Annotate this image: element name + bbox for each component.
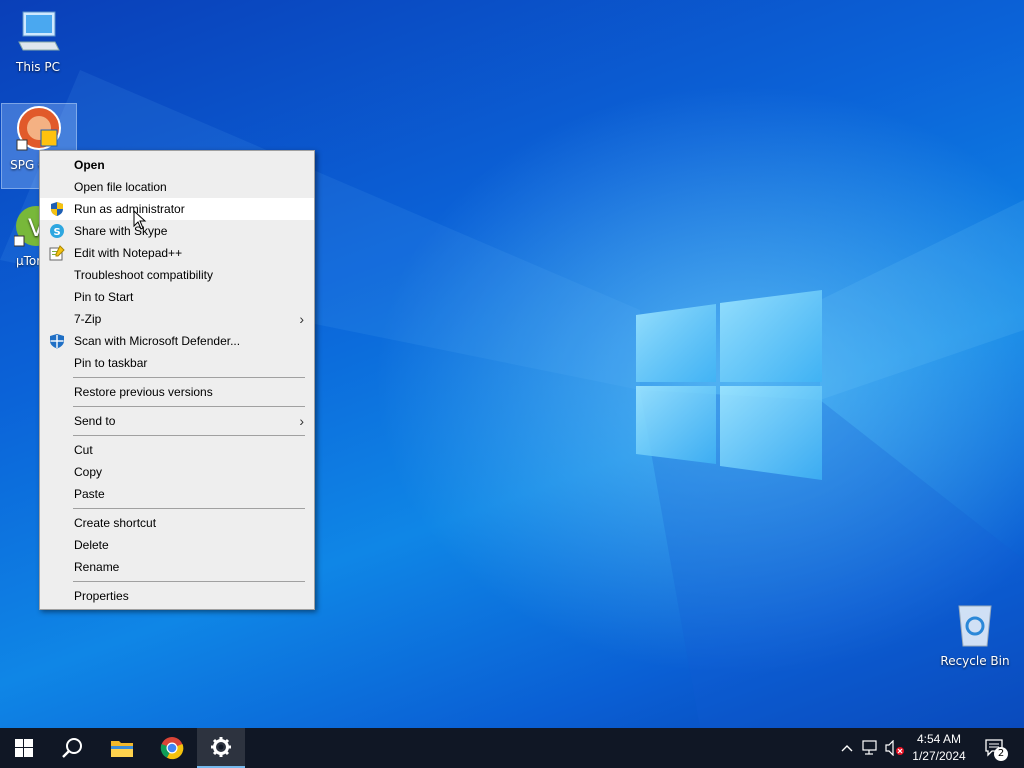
menu-separator — [73, 581, 305, 582]
desktop-icon-label: µTor — [16, 254, 40, 268]
volume-muted-icon — [885, 740, 904, 756]
taskbar-settings[interactable] — [197, 728, 245, 768]
network-icon — [862, 740, 877, 755]
desktop-icon-utorrent[interactable]: V µTor — [0, 206, 40, 268]
menu-item-label: Open — [74, 158, 105, 172]
menu-item-send-to[interactable]: Send to › — [40, 410, 314, 432]
menu-item-label: Rename — [74, 560, 120, 574]
menu-item-pin-to-start[interactable]: Pin to Start — [40, 286, 314, 308]
menu-item-label: Copy — [74, 465, 103, 479]
computer-icon — [18, 11, 60, 51]
menu-item-label: Delete — [74, 538, 109, 552]
menu-item-properties[interactable]: Properties — [40, 585, 314, 607]
menu-item-delete[interactable]: Delete — [40, 534, 314, 556]
menu-item-label: Run as administrator — [74, 202, 185, 216]
notification-badge: 2 — [994, 747, 1008, 761]
menu-item-restore-previous-versions[interactable]: Restore previous versions — [40, 381, 314, 403]
menu-item-label: Share with Skype — [74, 224, 168, 238]
search-icon — [62, 738, 82, 758]
menu-item-share-with-skype[interactable]: S Share with Skype — [40, 220, 314, 242]
recycle-bin-icon — [958, 605, 992, 647]
settings-icon — [211, 737, 231, 757]
mouse-cursor-icon — [133, 210, 147, 230]
menu-item-cut[interactable]: Cut — [40, 439, 314, 461]
menu-separator — [73, 377, 305, 378]
chrome-icon — [160, 737, 184, 760]
search-button[interactable] — [48, 728, 96, 768]
menu-item-create-shortcut[interactable]: Create shortcut — [40, 512, 314, 534]
menu-item-label: Send to — [74, 414, 116, 428]
svg-text:S: S — [54, 227, 61, 238]
menu-item-label: Paste — [74, 487, 105, 501]
menu-item-run-as-administrator[interactable]: Run as administrator — [40, 198, 314, 220]
desktop-icon-recycle-bin[interactable]: Recycle Bin — [936, 602, 1014, 668]
menu-item-open-file-location[interactable]: Open file location — [40, 176, 314, 198]
menu-item-scan-with-defender[interactable]: Scan with Microsoft Defender... — [40, 330, 314, 352]
desktop-icon-label: Recycle Bin — [940, 654, 1010, 668]
taskbar-clock[interactable]: 4:54 AM 1/27/2024 — [906, 731, 972, 765]
skype-icon: S — [50, 224, 64, 238]
chevron-right-icon: › — [299, 311, 304, 327]
taskbar: 4:54 AM 1/27/2024 2 — [0, 728, 1024, 768]
uac-shield-icon — [51, 202, 63, 216]
windows-start-icon — [15, 739, 33, 757]
defender-shield-icon — [50, 334, 64, 349]
menu-item-label: Cut — [74, 443, 93, 457]
windows-logo-wallpaper — [636, 290, 822, 480]
menu-item-open[interactable]: Open — [40, 154, 314, 176]
menu-item-pin-to-taskbar[interactable]: Pin to taskbar — [40, 352, 314, 374]
menu-item-label: Edit with Notepad++ — [74, 246, 183, 260]
action-center-button[interactable]: 2 — [978, 728, 1012, 768]
menu-separator — [73, 406, 305, 407]
menu-separator — [73, 508, 305, 509]
menu-separator — [73, 435, 305, 436]
menu-item-edit-with-notepad[interactable]: Edit with Notepad++ — [40, 242, 314, 264]
menu-item-label: Create shortcut — [74, 516, 157, 530]
clock-time: 4:54 AM — [916, 732, 962, 746]
menu-item-troubleshoot-compatibility[interactable]: Troubleshoot compatibility — [40, 264, 314, 286]
app-shortcut-icon — [16, 106, 61, 151]
notepad-plus-plus-icon — [49, 245, 65, 261]
desktop-icon-this-pc[interactable]: This PC — [0, 10, 76, 74]
network-button[interactable] — [860, 728, 882, 768]
menu-item-label: Troubleshoot compatibility — [74, 268, 213, 282]
clock-date: 1/27/2024 — [912, 749, 966, 763]
volume-button[interactable] — [884, 728, 906, 768]
menu-item-label: Open file location — [74, 180, 167, 194]
menu-item-label: Scan with Microsoft Defender... — [74, 334, 241, 348]
menu-item-paste[interactable]: Paste — [40, 483, 314, 505]
menu-item-copy[interactable]: Copy — [40, 461, 314, 483]
taskbar-file-explorer[interactable] — [98, 728, 146, 768]
menu-item-label: 7-Zip — [74, 312, 102, 326]
chevron-up-icon — [841, 745, 853, 752]
context-menu: Open Open file location Run as administr… — [39, 150, 315, 610]
menu-item-label: Pin to taskbar — [74, 356, 148, 370]
menu-item-rename[interactable]: Rename — [40, 556, 314, 578]
show-hidden-icons-button[interactable] — [838, 728, 856, 768]
menu-item-label: Pin to Start — [74, 290, 134, 304]
desktop-icon-label: This PC — [16, 60, 60, 74]
chevron-right-icon: › — [299, 413, 304, 429]
menu-item-label: Restore previous versions — [74, 385, 213, 399]
utorrent-icon: V — [13, 206, 40, 247]
menu-item-7zip[interactable]: 7-Zip › — [40, 308, 314, 330]
file-explorer-icon — [111, 741, 133, 757]
menu-item-label: Properties — [74, 589, 129, 603]
start-button[interactable] — [0, 728, 48, 768]
taskbar-chrome[interactable] — [148, 728, 196, 768]
